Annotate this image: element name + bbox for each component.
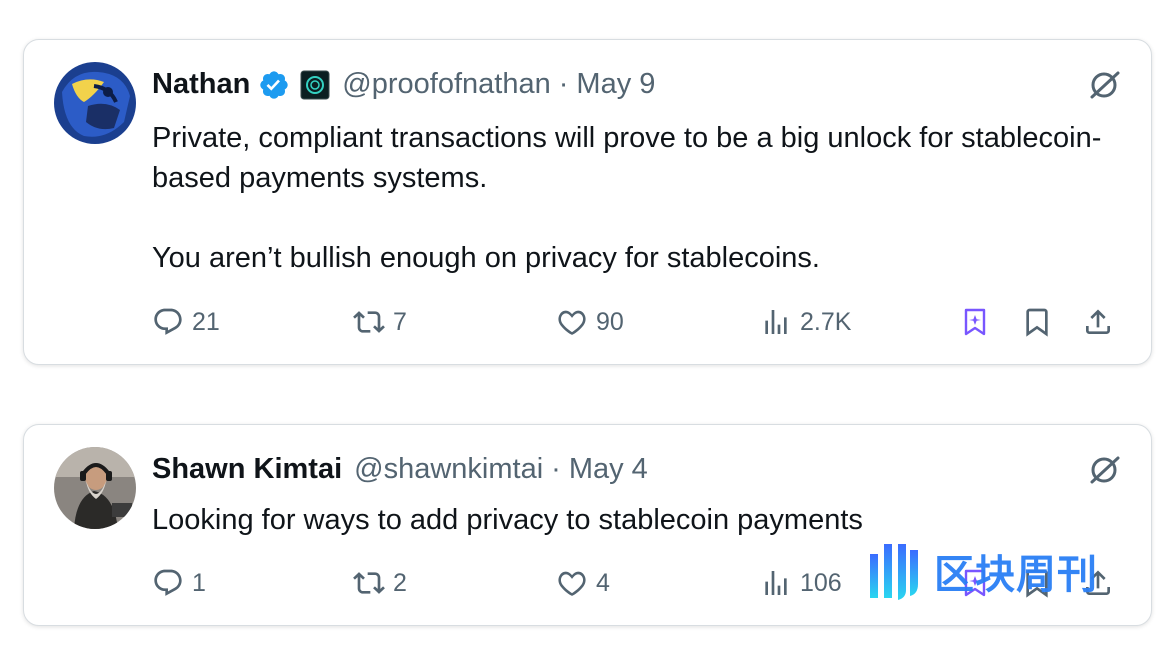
tweet-card-nathan[interactable]: Nathan @proofofnathan · May 9 Private, c…	[23, 39, 1152, 365]
grok-icon[interactable]	[1087, 453, 1121, 487]
tweet-card-shawn[interactable]: Shawn Kimtai @shawnkimtai · May 4 Lookin…	[23, 424, 1152, 626]
tweet-text: Private, compliant transactions will pro…	[152, 118, 1111, 278]
bookmark-icon	[1026, 308, 1048, 337]
grok-bookmark-button[interactable]	[959, 304, 991, 340]
views-icon	[765, 310, 787, 334]
bookmark-button[interactable]	[1021, 304, 1053, 340]
reply-count: 21	[192, 307, 220, 336]
share-icon	[1086, 570, 1110, 595]
repost-count: 2	[393, 568, 407, 597]
bookmark-icon	[1026, 569, 1048, 598]
like-button[interactable]: 90	[556, 304, 624, 340]
reply-icon	[154, 308, 182, 335]
repost-button[interactable]: 2	[353, 565, 407, 601]
reply-button[interactable]: 21	[152, 304, 220, 340]
like-button[interactable]: 4	[556, 565, 610, 601]
views-button[interactable]: 106	[760, 565, 842, 601]
views-button[interactable]: 2.7K	[760, 304, 851, 340]
repost-icon	[353, 311, 385, 333]
like-icon	[558, 571, 586, 596]
share-button[interactable]	[1082, 565, 1114, 601]
grok-bookmark-icon	[964, 308, 986, 336]
separator-dot: ·	[558, 68, 569, 100]
author-handle[interactable]: @proofofnathan	[342, 68, 550, 101]
views-count: 2.7K	[800, 307, 852, 336]
verified-badge-icon	[258, 69, 290, 101]
tweet-text: Looking for ways to add privacy to stabl…	[152, 500, 1111, 540]
tweet-header: Nathan @proofofnathan · May 9	[152, 68, 655, 101]
like-count: 4	[596, 568, 610, 597]
share-button[interactable]	[1082, 304, 1114, 340]
bookmark-button[interactable]	[1021, 565, 1053, 601]
grok-bookmark-icon	[964, 569, 986, 597]
author-name[interactable]: Shawn Kimtai	[152, 453, 342, 486]
like-count: 90	[596, 307, 624, 336]
grok-bookmark-button[interactable]	[959, 565, 991, 601]
share-icon	[1086, 309, 1110, 334]
avatar-shawn[interactable]	[54, 447, 136, 529]
action-bar: 21 7 90 2.7K	[152, 304, 1121, 340]
repost-count: 7	[393, 307, 407, 336]
views-count: 106	[800, 568, 842, 597]
repost-button[interactable]: 7	[353, 304, 407, 340]
tweet-header: Shawn Kimtai @shawnkimtai · May 4	[152, 453, 648, 486]
tweet-paragraph: You aren’t bullish enough on privacy for…	[152, 242, 820, 274]
reply-icon	[154, 569, 182, 596]
views-icon	[765, 571, 787, 595]
tweet-paragraph: Looking for ways to add privacy to stabl…	[152, 504, 863, 536]
avatar-nathan[interactable]	[54, 62, 136, 144]
action-bar: 1 2 4 106	[152, 565, 1121, 601]
reply-count: 1	[192, 568, 206, 597]
repost-icon	[353, 572, 385, 594]
author-handle[interactable]: @shawnkimtai	[354, 453, 543, 486]
grok-icon[interactable]	[1087, 68, 1121, 102]
separator-dot: ·	[551, 453, 561, 485]
reply-button[interactable]: 1	[152, 565, 206, 601]
tweet-date[interactable]: May 4	[569, 453, 648, 486]
author-name[interactable]: Nathan	[152, 68, 250, 101]
like-icon	[558, 310, 586, 335]
tweet-paragraph: Private, compliant transactions will pro…	[152, 122, 1102, 194]
tweet-date[interactable]: May 9	[576, 68, 655, 101]
affiliate-badge-icon[interactable]	[300, 70, 330, 100]
